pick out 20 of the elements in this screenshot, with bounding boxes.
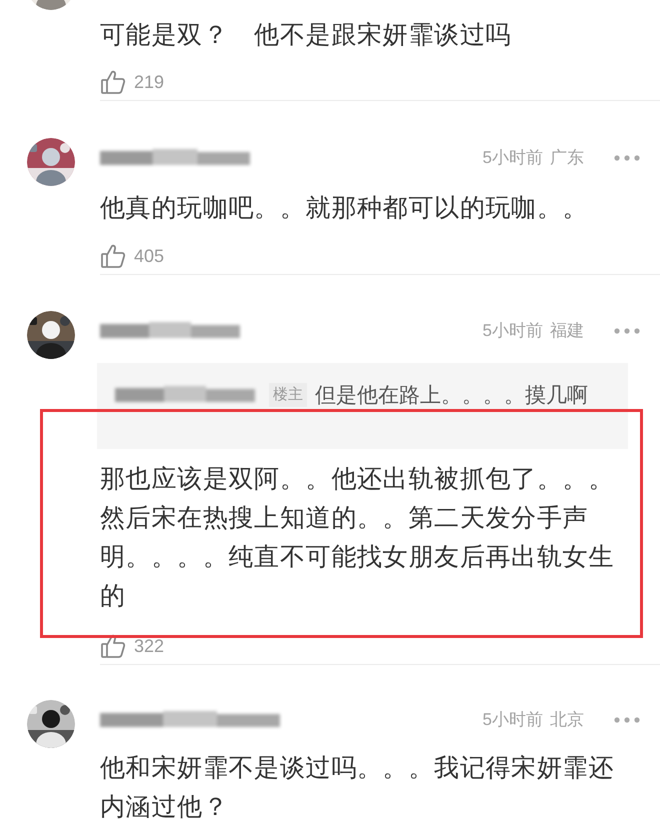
like-count: 322 [134, 634, 164, 658]
thumbs-up-icon[interactable] [100, 243, 126, 269]
like-count: 405 [134, 244, 164, 268]
location-label: 北京 [550, 709, 584, 732]
timestamp: 5小时前 [482, 147, 543, 170]
comment-text: 可能是双？ 他不是跟宋妍霏谈过吗 [100, 20, 512, 51]
more-icon[interactable] [614, 717, 640, 723]
timestamp: 5小时前 [482, 709, 543, 732]
thumbs-up-icon[interactable] [100, 69, 126, 95]
location-label: 广东 [550, 147, 584, 170]
author-tag: 楼主 [269, 383, 307, 407]
comment-text: 他和宋妍霏不是谈过吗。。。我记得宋妍霏还内涵过他？ [100, 753, 615, 823]
timestamp: 5小时前 [482, 320, 543, 342]
quoted-text: 但是他在路上。。。。摸几啊 [315, 383, 588, 409]
comment-text: 他真的玩咖吧。。就那种都可以的玩咖。。 [100, 193, 590, 224]
like-count: 219 [134, 70, 164, 94]
more-icon[interactable] [614, 155, 640, 161]
location-label: 福建 [550, 320, 584, 342]
comment-text: 那也应该是双阿。。他还出轨被抓包了。。。然后宋在热搜上知道的。。第二天发分手声明。。。。纯直不可能找女朋友后再出轨女生的 [100, 464, 615, 612]
more-icon[interactable] [614, 328, 640, 334]
